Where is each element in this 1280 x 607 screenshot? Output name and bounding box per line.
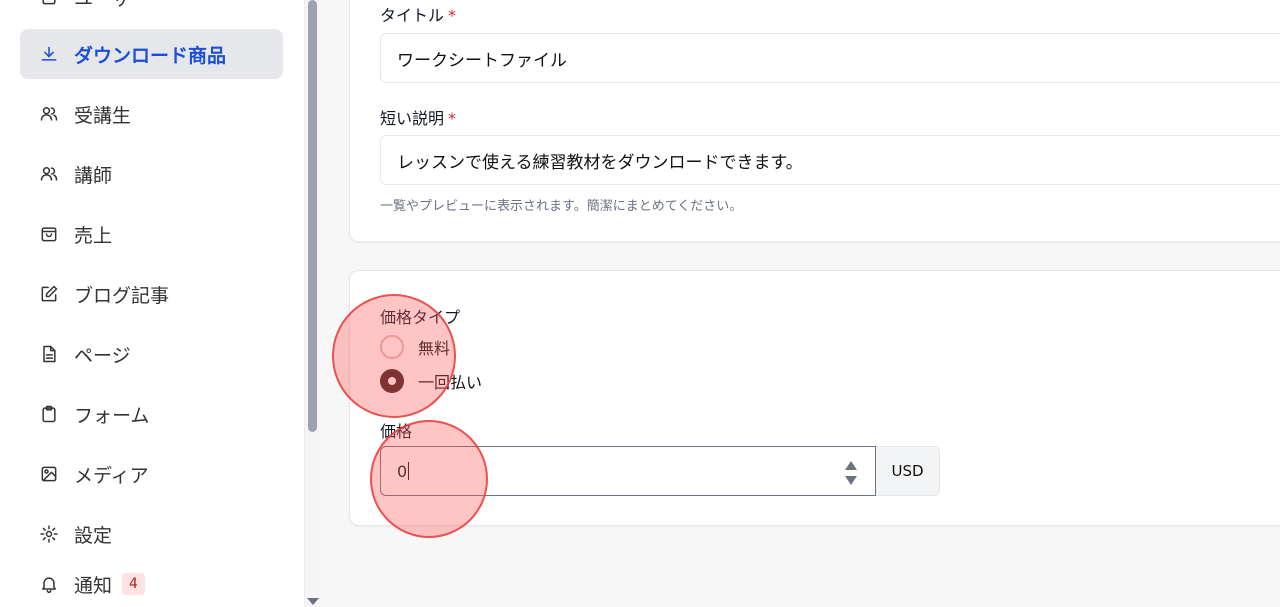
users-icon (38, 0, 60, 8)
shopping-bag-icon (38, 223, 60, 245)
sidebar-item-pages[interactable]: ページ (20, 329, 283, 379)
download-icon (38, 43, 60, 65)
text-caret (408, 462, 410, 480)
price-type-label: 価格タイプ (380, 308, 461, 327)
price-type-free-option[interactable]: 無料 (380, 335, 450, 359)
currency-addon: USD (876, 446, 940, 496)
sidebar-item-blog[interactable]: ブログ記事 (20, 269, 283, 319)
sidebar-item-sales[interactable]: 売上 (20, 209, 283, 259)
sidebar-item-users-top[interactable]: ユーザー (20, 0, 283, 22)
description-help-text: 一覧やプレビューに表示されます。簡潔にまとめてください。 (380, 199, 743, 214)
sidebar-item-media[interactable]: メディア (20, 449, 283, 499)
main-content: タイトル * ワークシートファイル 短い説明 * レッスンで使える練習教材をダウンロ… (320, 0, 1280, 607)
sidebar-item-label: ブログ記事 (74, 284, 170, 307)
users-icon (38, 163, 60, 185)
required-mark: * (448, 6, 457, 25)
gear-icon (38, 523, 60, 545)
edit-icon (38, 283, 60, 305)
image-icon (38, 463, 60, 485)
sidebar-item-label: メディア (74, 464, 149, 487)
file-text-icon (38, 343, 60, 365)
sidebar-item-students[interactable]: 受講生 (20, 89, 283, 139)
sidebar-item-label: 通知 (74, 574, 113, 597)
sidebar-item-label: 売上 (74, 224, 113, 247)
basic-info-card: タイトル * ワークシートファイル 短い説明 * レッスンで使える練習教材をダウンロ… (349, 0, 1280, 242)
scrollbar-thumb[interactable] (308, 0, 317, 432)
description-label: 短い説明 * (380, 109, 457, 128)
notification-count-badge: 4 (122, 573, 145, 595)
price-type-one-time-option[interactable]: 一回払い (380, 369, 482, 393)
one-time-radio[interactable] (380, 369, 404, 393)
sidebar-item-notifications[interactable]: 通知 4 (20, 559, 283, 607)
sidebar-item-label: ユーザー (74, 0, 150, 11)
number-spinner[interactable] (845, 461, 857, 485)
sidebar-scrollbar[interactable] (304, 0, 320, 607)
required-mark: * (448, 109, 457, 128)
sidebar-item-settings[interactable]: 設定 (20, 509, 283, 559)
sidebar: ユーザー ダウンロード商品 受講生 講師 売上 ブログ記事 ページ フォーム メ… (0, 0, 304, 607)
price-input[interactable]: 0 (380, 446, 876, 496)
sidebar-item-label: ダウンロード商品 (74, 44, 227, 67)
title-label: タイトル * (380, 6, 457, 25)
sidebar-item-label: 受講生 (74, 104, 132, 127)
users-icon (38, 103, 60, 125)
title-input[interactable]: ワークシートファイル (380, 33, 1280, 83)
pricing-card: 価格タイプ 無料 一回払い 価格 0 USD (349, 270, 1280, 526)
increment-arrow-icon[interactable] (845, 461, 857, 470)
scroll-down-arrow-icon[interactable] (307, 598, 319, 605)
sidebar-item-label: ページ (74, 344, 131, 367)
sidebar-item-label: フォーム (74, 404, 150, 427)
decrement-arrow-icon[interactable] (845, 476, 857, 485)
free-radio[interactable] (380, 335, 404, 359)
sidebar-item-instructors[interactable]: 講師 (20, 149, 283, 199)
bell-icon (38, 573, 60, 595)
sidebar-item-forms[interactable]: フォーム (20, 389, 283, 439)
sidebar-item-label: 設定 (74, 524, 113, 547)
sidebar-item-downloads[interactable]: ダウンロード商品 (20, 29, 283, 79)
description-input[interactable]: レッスンで使える練習教材をダウンロードできます。 (380, 135, 1280, 185)
sidebar-item-label: 講師 (74, 164, 113, 187)
price-label: 価格 (380, 422, 413, 441)
clipboard-icon (38, 403, 60, 425)
